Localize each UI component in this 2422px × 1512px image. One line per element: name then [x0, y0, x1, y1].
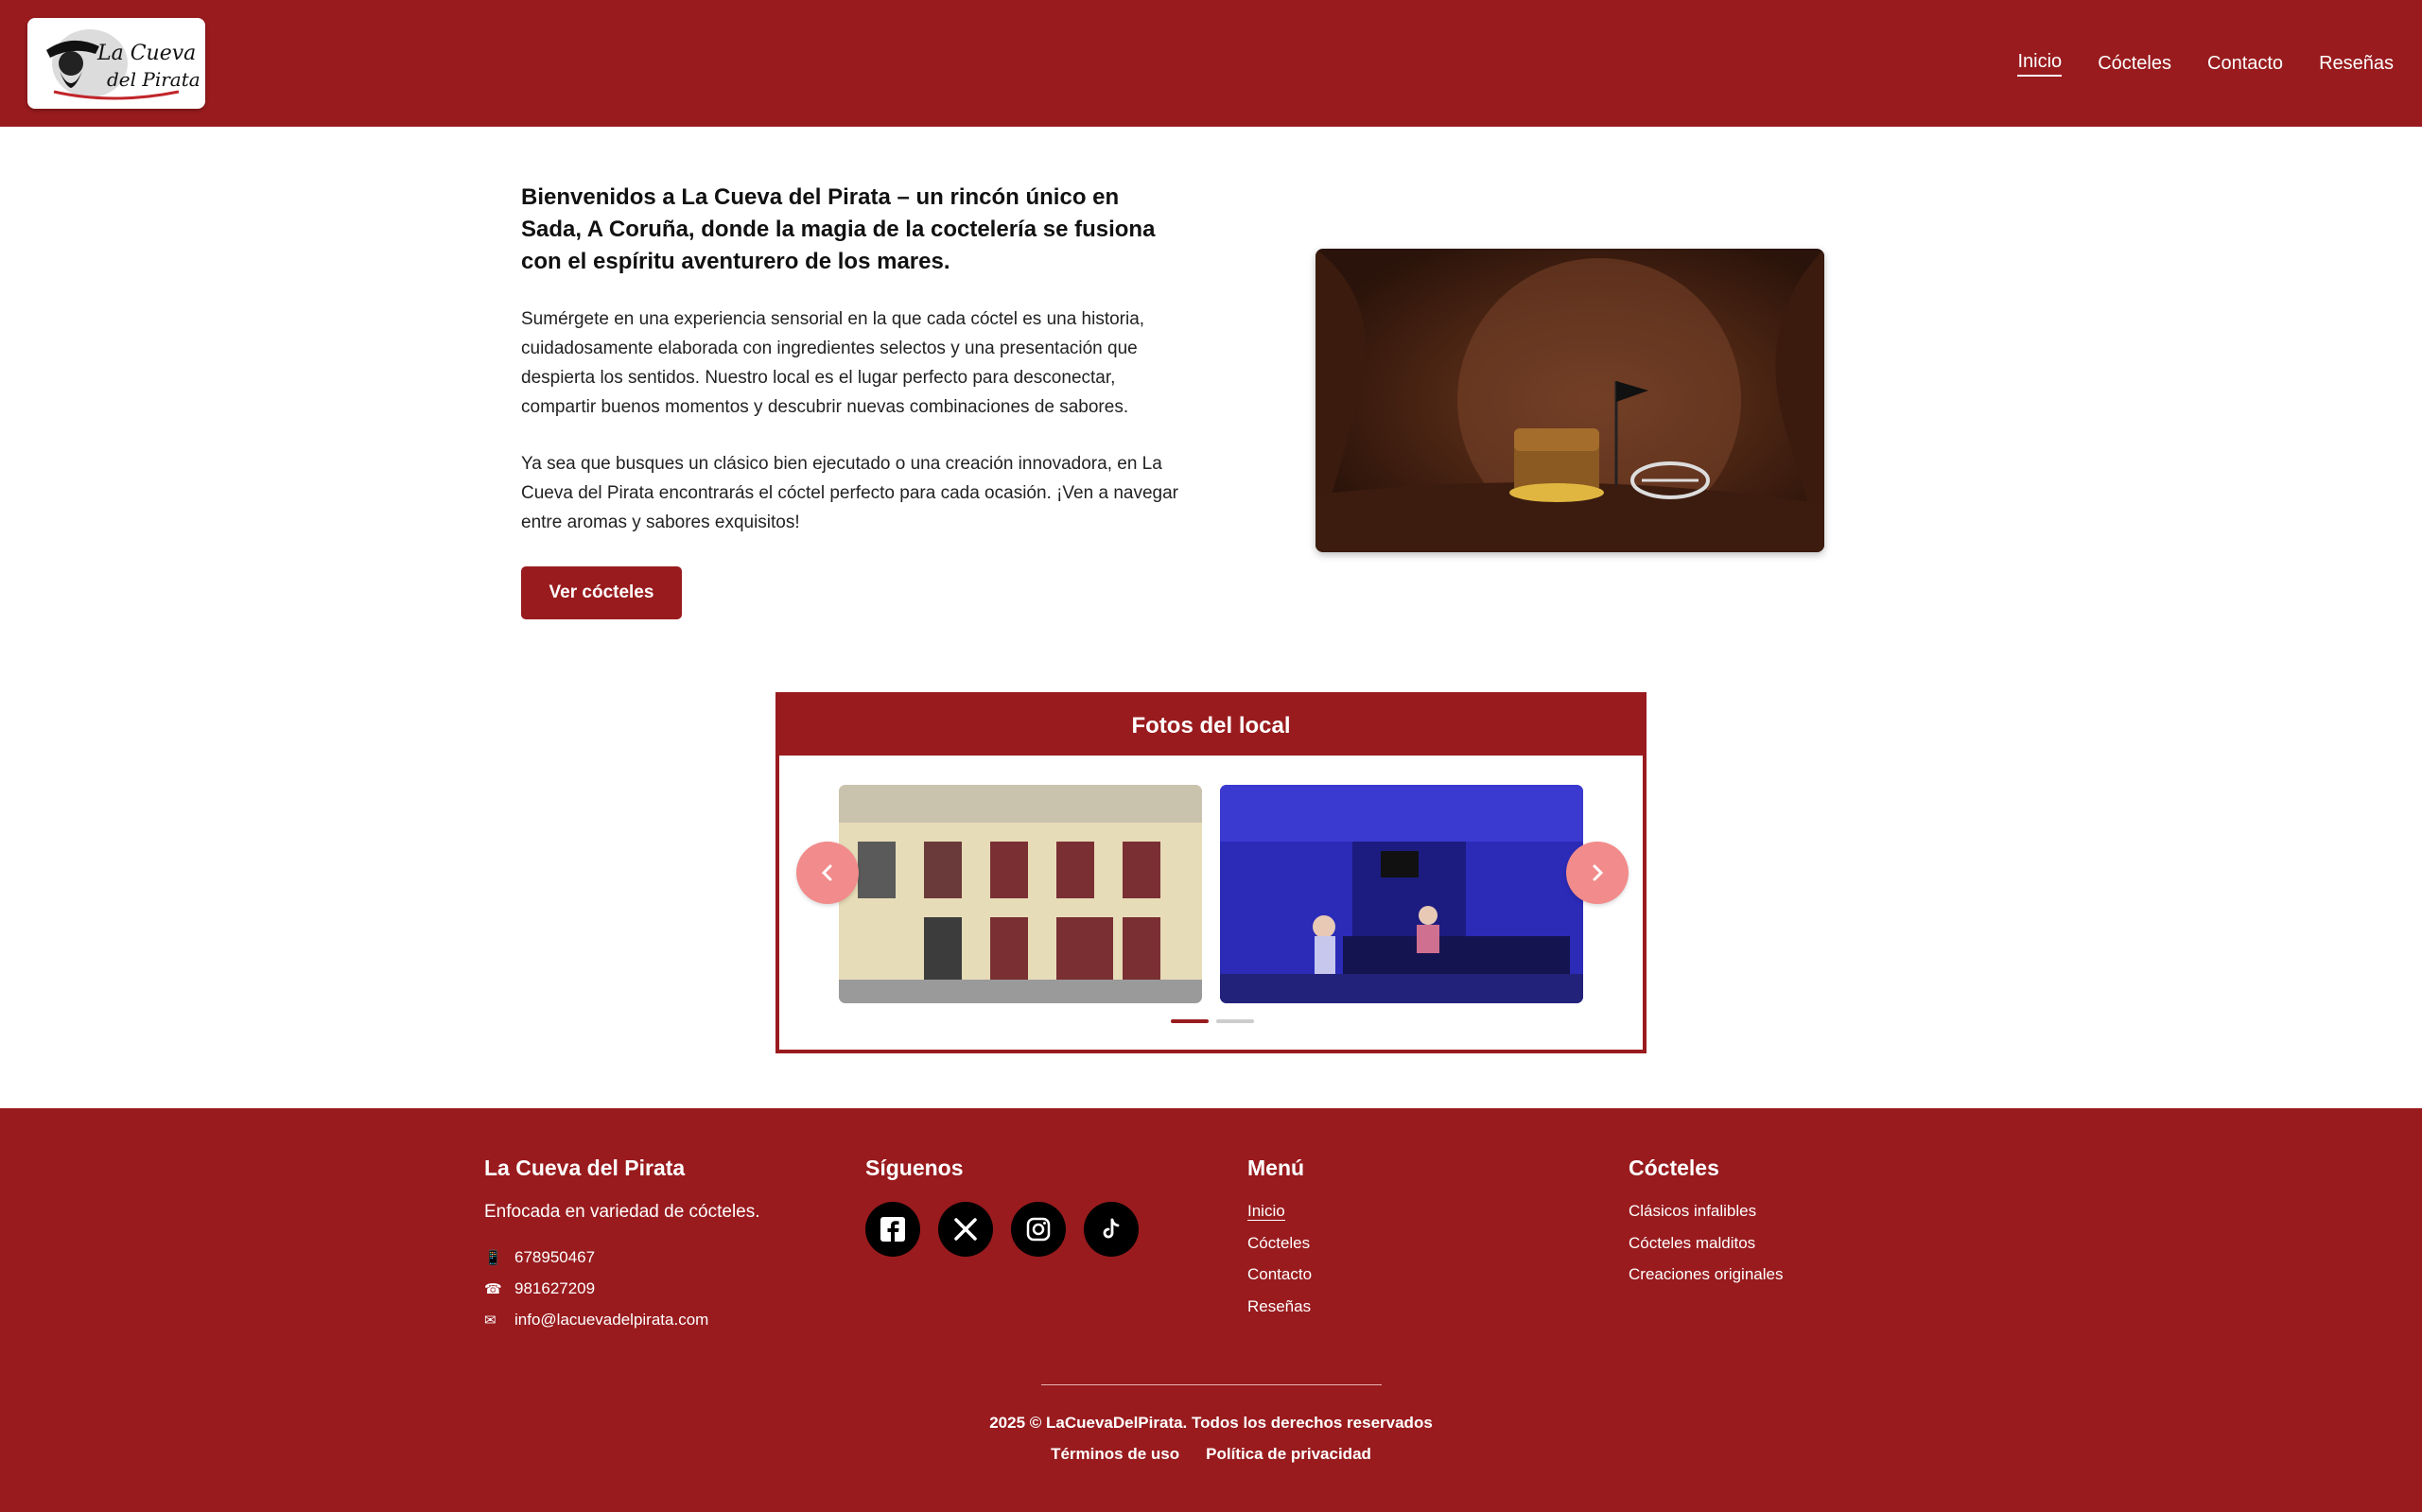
- legal-links: Términos de uso Política de privacidad: [0, 1445, 2422, 1464]
- envelope-icon: ✉: [484, 1312, 497, 1329]
- footer-link-inicio[interactable]: Inicio: [1247, 1202, 1312, 1234]
- footer-tagline: Enfocada en variedad de cócteles.: [484, 1202, 760, 1222]
- nav-resenas[interactable]: Reseñas: [2319, 53, 2394, 75]
- nav-contacto[interactable]: Contacto: [2207, 53, 2283, 75]
- photo-gallery: Fotos del local: [775, 692, 1647, 1053]
- facebook-icon: [880, 1217, 905, 1242]
- footer-menu-title: Menú: [1247, 1156, 1305, 1180]
- mobile-phone-icon: 📱: [484, 1249, 502, 1266]
- privacy-link[interactable]: Política de privacidad: [1206, 1445, 1371, 1464]
- footer-mobile: 📱 678950467: [484, 1247, 596, 1266]
- svg-text:del Pirata: del Pirata: [107, 68, 200, 91]
- gallery-photo-bar-interior[interactable]: [1220, 785, 1583, 1003]
- footer-divider: [1041, 1384, 1382, 1385]
- footer-cocteles-column: Cócteles Clásicos infalibles Cócteles ma…: [1629, 1156, 1783, 1297]
- x-icon: [954, 1218, 977, 1241]
- ver-cocteles-button[interactable]: Ver cócteles: [521, 566, 682, 619]
- svg-text:La Cueva: La Cueva: [96, 42, 196, 65]
- nav-cocteles[interactable]: Cócteles: [2098, 53, 2171, 75]
- footer-link-resenas[interactable]: Reseñas: [1247, 1297, 1312, 1330]
- footer-link-contacto[interactable]: Contacto: [1247, 1265, 1312, 1297]
- footer-link-originales[interactable]: Creaciones originales: [1629, 1265, 1783, 1297]
- gallery-next-button[interactable]: [1566, 842, 1629, 904]
- copyright-text: 2025 © LaCuevaDelPirata. Todos los derec…: [989, 1414, 1433, 1432]
- tiktok-link[interactable]: [1084, 1202, 1139, 1257]
- footer-social-column: Síguenos: [865, 1156, 1139, 1257]
- terms-link[interactable]: Términos de uso: [1051, 1445, 1179, 1464]
- logo[interactable]: La Cueva del Pirata: [27, 18, 205, 109]
- social-links: [865, 1202, 1139, 1257]
- pirate-logo-icon: La Cueva del Pirata: [46, 29, 200, 100]
- chevron-left-icon: [821, 864, 832, 881]
- footer-cocteles-title: Cócteles: [1629, 1156, 1719, 1180]
- hero-title: Bienvenidos a La Cueva del Pirata – un r…: [521, 184, 1156, 274]
- site-header: La Cueva del Pirata Inicio Cócteles Cont…: [0, 0, 2422, 127]
- instagram-link[interactable]: [1011, 1202, 1066, 1257]
- footer-menu-column: Menú Inicio Cócteles Contacto Reseñas: [1247, 1156, 1312, 1329]
- gallery-photo-facade[interactable]: [839, 785, 1202, 1003]
- telephone-icon: ☎: [484, 1280, 502, 1297]
- gallery-prev-button[interactable]: [796, 842, 859, 904]
- gallery-title: Fotos del local: [779, 696, 1643, 756]
- site-footer: La Cueva del Pirata Enfocada en variedad…: [0, 1108, 2422, 1512]
- footer-phone: ☎ 981627209: [484, 1278, 596, 1297]
- gallery-dot-2[interactable]: [1216, 1019, 1254, 1023]
- footer-brand-column: La Cueva del Pirata Enfocada en variedad…: [484, 1156, 760, 1335]
- footer-link-clasicos[interactable]: Clásicos infalibles: [1629, 1202, 1783, 1234]
- footer-link-malditos[interactable]: Cócteles malditos: [1629, 1234, 1783, 1266]
- tiktok-icon: [1103, 1218, 1120, 1239]
- main-nav: Inicio Cócteles Contacto Reseñas: [2017, 0, 2394, 127]
- hero-paragraph-1: Sumérgete en una experiencia sensorial e…: [521, 309, 1145, 417]
- cave-treasure-image: [1316, 249, 1824, 552]
- instagram-icon: [1026, 1217, 1051, 1242]
- hero-paragraph-2: Ya sea que busques un clásico bien ejecu…: [521, 454, 1178, 532]
- facebook-link[interactable]: [865, 1202, 920, 1257]
- footer-social-title: Síguenos: [865, 1156, 964, 1180]
- footer-email[interactable]: ✉ info@lacuevadelpirata.com: [484, 1304, 760, 1335]
- gallery-dot-1[interactable]: [1171, 1019, 1209, 1023]
- footer-brand-title: La Cueva del Pirata: [484, 1156, 686, 1180]
- x-link[interactable]: [938, 1202, 993, 1257]
- nav-inicio[interactable]: Inicio: [2017, 51, 2063, 77]
- chevron-right-icon: [1593, 864, 1604, 881]
- footer-link-cocteles[interactable]: Cócteles: [1247, 1234, 1312, 1266]
